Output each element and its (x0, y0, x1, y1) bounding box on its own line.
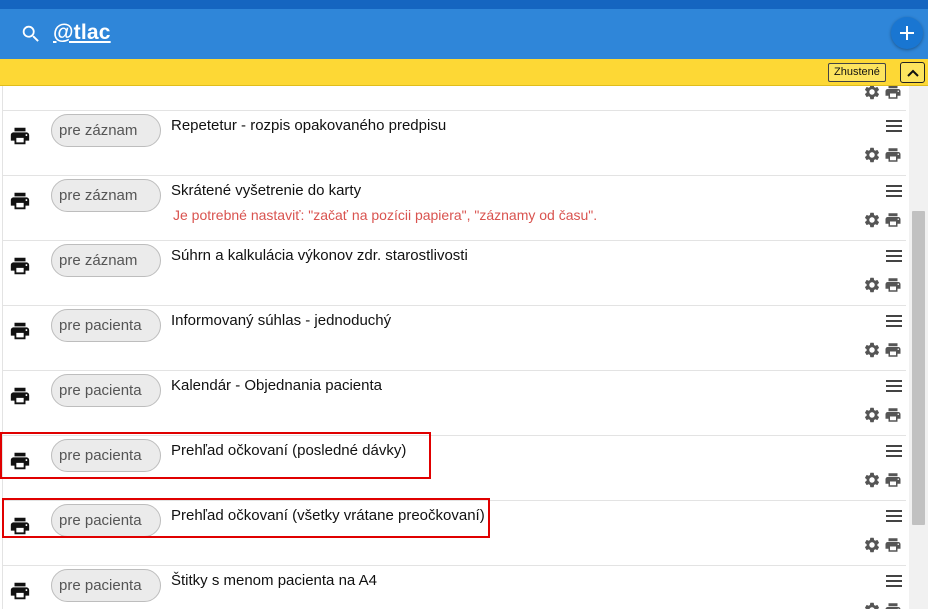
record-type-pill[interactable]: pre pacienta (51, 504, 161, 537)
print-icon[interactable] (883, 211, 903, 229)
collapse-button[interactable] (900, 62, 925, 83)
list-item[interactable]: pre záznam Repetetur - rozpis opakovaného… (3, 111, 906, 176)
list-item[interactable]: pre pacienta Prehľad očkovaní (všetky vrá… (3, 501, 906, 566)
top-strip (0, 0, 928, 9)
menu-icon[interactable] (886, 250, 902, 262)
search-header: @tlac (0, 9, 928, 59)
menu-icon[interactable] (886, 185, 902, 197)
add-button[interactable] (891, 17, 923, 49)
list-item[interactable]: pre pacienta Štitky s menom pacienta na A… (3, 566, 906, 609)
print-icon[interactable] (9, 125, 31, 147)
template-title: Prehľad očkovaní (posledné dávky) (171, 442, 407, 459)
chevron-up-icon (906, 69, 919, 77)
print-icon[interactable] (883, 601, 903, 609)
menu-icon[interactable] (886, 575, 902, 587)
menu-icon[interactable] (886, 120, 902, 132)
print-icon[interactable] (883, 536, 903, 554)
print-icon[interactable] (883, 471, 903, 489)
print-icon[interactable] (9, 385, 31, 407)
print-icon[interactable] (9, 320, 31, 342)
template-title: Skrátené vyšetrenie do karty (171, 182, 362, 199)
menu-icon[interactable] (886, 380, 902, 392)
print-icon[interactable] (9, 255, 31, 277)
scrollbar[interactable] (909, 86, 928, 609)
plus-icon (900, 26, 914, 40)
gear-icon[interactable] (863, 406, 881, 424)
gear-icon[interactable] (863, 211, 881, 229)
gear-icon[interactable] (863, 146, 881, 164)
gear-icon[interactable] (863, 536, 881, 554)
record-type-pill[interactable]: pre pacienta (51, 569, 161, 602)
print-icon[interactable] (9, 190, 31, 212)
search-icon[interactable] (20, 23, 42, 45)
template-title: Štitky s menom pacienta na A4 (171, 572, 377, 589)
config-warning: Je potrebné nastaviť: "začať na pozícii … (173, 207, 598, 223)
list-item[interactable]: pre pacienta Informovaný súhlas - jednodu… (3, 306, 906, 371)
print-icon[interactable] (9, 580, 31, 602)
print-icon[interactable] (9, 515, 31, 537)
template-title: Repetetur - rozpis opakovaného predpisu (171, 117, 447, 134)
list-item[interactable]: pre pacienta Kalendár - Objednania pacien… (3, 371, 906, 436)
gear-icon[interactable] (863, 341, 881, 359)
print-icon[interactable] (883, 146, 903, 164)
gear-icon[interactable] (863, 86, 881, 101)
print-icon[interactable] (883, 86, 903, 101)
record-type-pill[interactable]: pre záznam (51, 114, 161, 147)
gear-icon[interactable] (863, 276, 881, 294)
search-query[interactable]: @tlac (53, 21, 111, 45)
record-type-pill[interactable]: pre záznam (51, 244, 161, 277)
list-item[interactable]: pre záznam Skrátené vyšetrenie do karty Je… (3, 176, 906, 241)
menu-icon[interactable] (886, 445, 902, 457)
print-icon[interactable] (883, 406, 903, 424)
print-icon[interactable] (883, 276, 903, 294)
template-title: Súhrn a kalkulácia výkonov zdr. starostl… (171, 247, 468, 264)
list-item[interactable]: pre záznam Súhrn a kalkulácia výkonov zdr… (3, 241, 906, 306)
menu-icon[interactable] (886, 315, 902, 327)
menu-icon[interactable] (886, 510, 902, 522)
gear-icon[interactable] (863, 601, 881, 609)
print-icon[interactable] (9, 450, 31, 472)
record-type-pill[interactable]: pre pacienta (51, 309, 161, 342)
record-type-pill[interactable]: pre pacienta (51, 439, 161, 472)
dense-view-button[interactable]: Zhustené (828, 63, 886, 82)
template-title: Kalendár - Objednania pacienta (171, 377, 382, 394)
template-title: Prehľad očkovaní (všetky vrátane preočko… (171, 507, 485, 524)
list-item[interactable]: pre pacienta Prehľad očkovaní (posledné d… (3, 436, 906, 501)
record-type-pill[interactable]: pre záznam (51, 179, 161, 212)
gear-icon[interactable] (863, 471, 881, 489)
scrollbar-thumb[interactable] (912, 211, 925, 525)
print-icon[interactable] (883, 341, 903, 359)
print-template-list: pre záznam Repetetur - rozpis opakovaného… (2, 86, 906, 609)
filter-toolbar: Zhustené (0, 59, 928, 86)
record-type-pill[interactable]: pre pacienta (51, 374, 161, 407)
list-item-partial (3, 86, 906, 111)
template-title: Informovaný súhlas - jednoduchý (171, 312, 392, 329)
